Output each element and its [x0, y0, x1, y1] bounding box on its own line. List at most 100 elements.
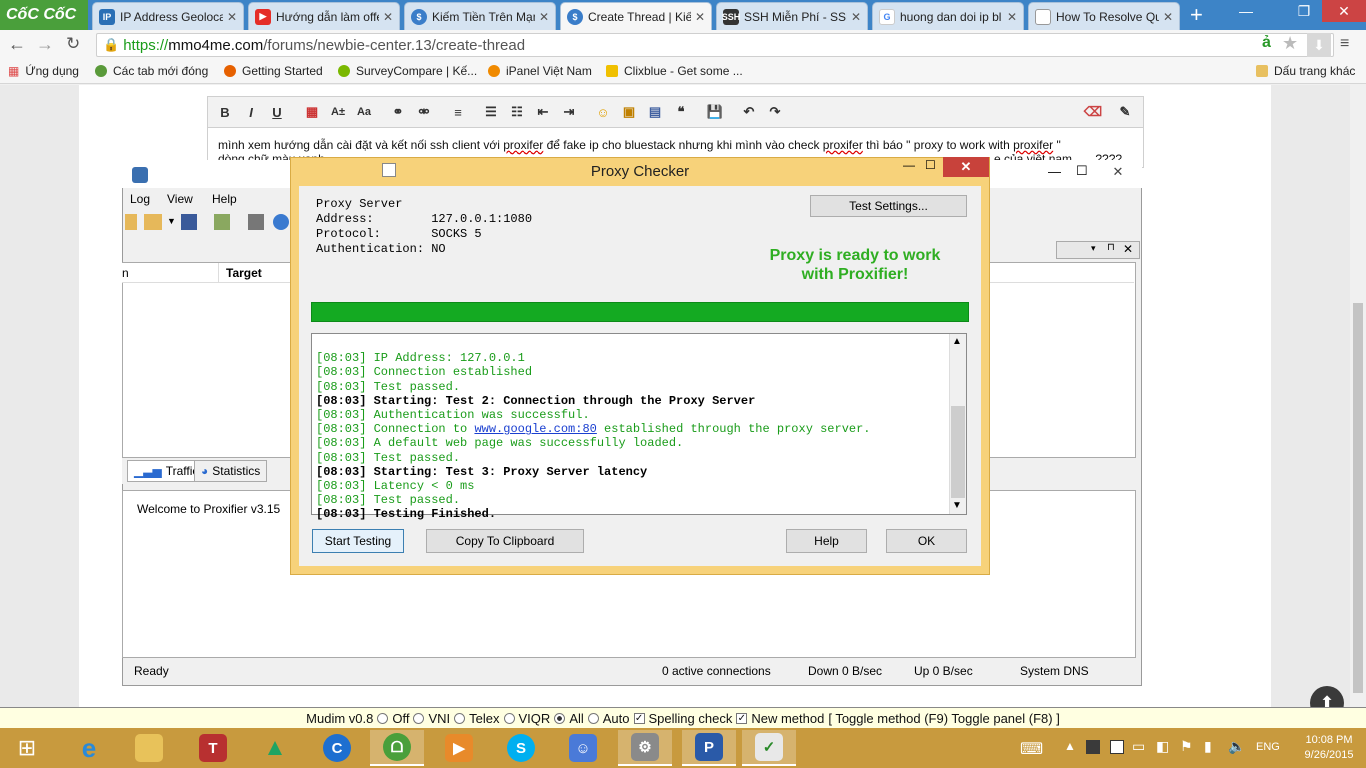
taskbar-proxy-checker[interactable]: ✓	[742, 730, 796, 766]
column-divider[interactable]	[218, 263, 219, 283]
radio-off[interactable]	[377, 712, 389, 724]
radio-viqr[interactable]	[503, 712, 515, 724]
image-icon[interactable]: ▣	[619, 102, 639, 122]
copy-to-clipboard-button[interactable]: Copy To Clipboard	[426, 529, 584, 553]
tab-how-to-resolve[interactable]: How To Resolve Qu ✕	[1028, 2, 1180, 30]
proxifier-minimize-icon[interactable]: —	[1048, 164, 1061, 179]
start-button[interactable]: ⊞	[0, 730, 54, 766]
pin-icon[interactable]: ⊓	[1107, 242, 1115, 253]
flag-icon[interactable]: ⚑	[1180, 738, 1193, 755]
color-icon[interactable]: ▦	[302, 102, 322, 122]
taskbar-t-app[interactable]: T	[186, 730, 240, 766]
taskbar-coccoc[interactable]: C	[310, 730, 364, 766]
taskbar-chat[interactable]: ☺	[556, 730, 610, 766]
tab-google-search[interactable]: G huong dan doi ip bl ✕	[872, 2, 1024, 30]
start-testing-button[interactable]: Start Testing	[312, 529, 404, 553]
column-header-app[interactable]: n	[122, 266, 129, 280]
bookmark-apps[interactable]: ▦ Ứng dụng	[8, 64, 79, 78]
radio-auto[interactable]	[587, 712, 599, 724]
bookmark-ipanel[interactable]: iPanel Việt Nam	[488, 64, 592, 78]
address-bar[interactable]: 🔒 https:// mmo4me.com /forums/newbie-cen…	[96, 33, 1334, 57]
font-size-icon[interactable]: A±	[328, 102, 348, 122]
proxifier-close-icon[interactable]: ✕	[1096, 162, 1140, 182]
bullet-list-icon[interactable]: ☰	[481, 102, 501, 122]
forward-icon[interactable]: →	[36, 34, 54, 55]
radio-vni[interactable]	[413, 712, 425, 724]
taskbar-proxifier[interactable]: P	[682, 730, 736, 766]
tray-app-icon[interactable]	[1086, 740, 1100, 754]
smiley-icon[interactable]: ☺	[593, 102, 613, 122]
underline-icon[interactable]: U	[267, 102, 287, 122]
eraser-icon[interactable]: ⌫	[1083, 102, 1103, 122]
spelling-check-checkbox[interactable]: ✓	[633, 712, 645, 724]
close-icon[interactable]: ✕	[227, 10, 237, 24]
column-header-target[interactable]: Target	[226, 266, 262, 280]
battery-icon[interactable]: ▮	[1204, 738, 1212, 755]
test-settings-button[interactable]: Test Settings...	[810, 195, 967, 217]
font-family-icon[interactable]: Aa	[354, 102, 374, 122]
tab-ssh[interactable]: SSH SSH Miễn Phí - SSH ✕	[716, 2, 868, 30]
close-icon[interactable]: ✕	[851, 10, 861, 24]
dialog-minimize-icon[interactable]: —	[903, 158, 915, 172]
close-icon[interactable]: ✕	[1163, 10, 1173, 24]
bookmark-surveycompare[interactable]: SurveyCompare | Kế...	[338, 64, 477, 78]
taskbar-coccoc-active[interactable]: ᗝ	[370, 730, 424, 766]
proxifier-maximize-icon[interactable]: ☐	[1076, 163, 1088, 179]
link-icon[interactable]: ⚭	[388, 102, 408, 122]
menu-log[interactable]: Log	[130, 192, 150, 206]
bold-icon[interactable]: B	[215, 102, 235, 122]
align-icon[interactable]: ≡	[448, 102, 468, 122]
taskbar-skype[interactable]: S	[494, 730, 548, 766]
close-window-icon[interactable]: ✕	[1322, 0, 1366, 22]
menu-view[interactable]: View	[167, 192, 193, 206]
tab-statistics[interactable]: ◕ Statistics	[194, 460, 268, 482]
radio-telex[interactable]	[454, 712, 466, 724]
vietnamese-input-icon[interactable]: ả	[1262, 34, 1271, 52]
bookmark-getting-started[interactable]: Getting Started	[224, 64, 323, 78]
bookmark-other[interactable]: Dấu trang khác	[1256, 64, 1355, 78]
open-profile-icon[interactable]	[144, 214, 162, 230]
outdent-icon[interactable]: ⇤	[533, 102, 553, 122]
panel-menu-icon[interactable]: ▾	[1091, 243, 1096, 254]
bookmark-recent-tabs[interactable]: Các tab mới đóng	[95, 64, 208, 78]
taskbar-explorer[interactable]	[122, 730, 176, 766]
reload-icon[interactable]: ↻	[66, 34, 80, 54]
scroll-down-icon[interactable]: ▼	[952, 500, 962, 511]
tab-huong-dan[interactable]: ▶ Hướng dẫn làm offe ✕	[248, 2, 400, 30]
tray-app2-icon[interactable]	[1110, 740, 1124, 754]
help-button[interactable]: Help	[786, 529, 867, 553]
log-link[interactable]: www.google.com:80	[474, 422, 596, 436]
new-tab-icon[interactable]: +	[1190, 2, 1203, 28]
dialog-maximize-icon[interactable]: ☐	[925, 158, 936, 172]
tab-create-thread[interactable]: $ Create Thread | Kiếm ✕	[560, 2, 712, 30]
radio-all[interactable]	[554, 712, 566, 724]
menu-icon[interactable]: ≡	[1340, 35, 1349, 53]
back-icon[interactable]: ←	[8, 34, 26, 55]
save-draft-icon[interactable]: 💾	[705, 102, 725, 122]
mudim-toggle-hints[interactable]: [ Toggle method (F9) Toggle panel (F8) ]	[828, 711, 1059, 726]
system-clock[interactable]: 10:08 PM 9/26/2015	[1296, 733, 1362, 763]
keyboard-icon[interactable]: ⌨	[1020, 739, 1043, 759]
log-scrollbar[interactable]: ▲ ▼	[949, 334, 966, 514]
taskbar-media[interactable]: ▶	[432, 730, 486, 766]
log-scrollbar-thumb[interactable]	[951, 406, 965, 498]
undo-icon[interactable]: ↶	[739, 102, 759, 122]
quote-icon[interactable]: ❝	[671, 102, 691, 122]
display-icon[interactable]: ▭	[1132, 738, 1145, 755]
show-hidden-icon[interactable]: ▲	[1064, 739, 1076, 753]
panel-close-icon[interactable]: ✕	[1123, 242, 1133, 256]
close-icon[interactable]: ✕	[383, 10, 393, 24]
dropdown-icon[interactable]: ▼	[167, 216, 176, 226]
close-icon[interactable]: ✕	[1007, 10, 1017, 24]
tray-app3-icon[interactable]: ◧	[1156, 738, 1169, 755]
help-icon[interactable]	[273, 214, 289, 230]
page-scrollbar[interactable]	[1350, 85, 1366, 707]
taskbar-network[interactable]: ⚙	[618, 730, 672, 766]
rules-icon[interactable]	[214, 214, 230, 230]
toggle-bbcode-icon[interactable]: ✎	[1115, 102, 1135, 122]
scroll-up-icon[interactable]: ▲	[952, 336, 962, 347]
close-icon[interactable]: ✕	[539, 10, 549, 24]
menu-help[interactable]: Help	[212, 192, 237, 206]
indent-icon[interactable]: ⇥	[559, 102, 579, 122]
coccoc-logo[interactable]: CốC CốC	[0, 0, 88, 30]
